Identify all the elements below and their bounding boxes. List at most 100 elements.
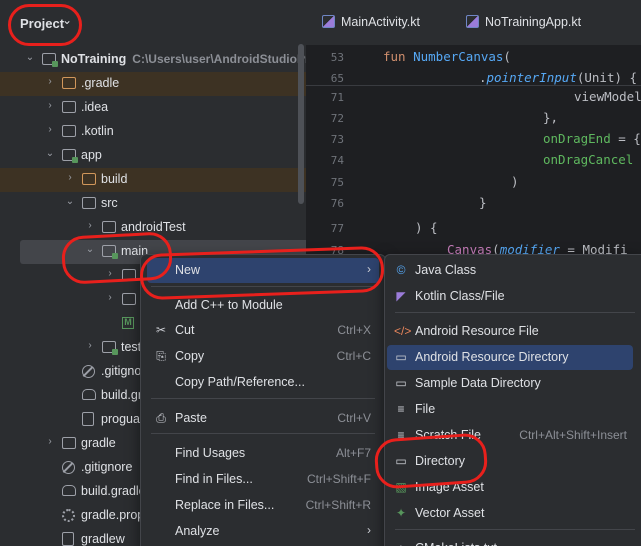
directory-icon: ▭ [395,454,407,468]
submenu-arrow-icon: › [367,262,371,276]
tree-row-text: proguar [101,412,145,426]
new-submenu-item-image-asset[interactable]: ▧ Image Asset [387,475,633,500]
new-submenu-item-android-resource-file[interactable]: </> Android Resource File [387,319,633,344]
tree-row[interactable]: › androidTest [0,216,306,240]
menu-item-label: Vector Asset [415,506,485,520]
new-submenu-item-android-resource-directory[interactable]: ▭ Android Resource Directory [387,345,633,370]
folder-icon [82,197,96,209]
tree-row-label: build.gr [101,388,142,402]
folder-icon [122,293,136,305]
tab-main-activity[interactable]: MainActivity.kt [322,15,420,29]
file-icon [82,412,94,426]
project-panel-header: Project ⌄ [0,0,306,46]
chevron-right-icon[interactable]: › [104,268,116,279]
menu-item-label: Java Class [415,263,477,277]
new-submenu-item-file[interactable]: ≡ File [387,397,633,422]
new-submenu-item-sample-data-directory[interactable]: ▭ Sample Data Directory [387,371,633,396]
tree-row[interactable]: › .kotlin [0,120,306,144]
tree-row-label: gradlew [81,532,125,546]
scrollbar[interactable] [298,44,304,204]
image-asset-icon: ▧ [395,480,407,494]
chevron-right-icon[interactable]: › [84,220,96,231]
line-number: 72 [330,112,344,125]
menu-item-label: Copy [175,349,205,363]
new-submenu-item-vector-asset[interactable]: ✦ Vector Asset [387,501,633,526]
line-number: 71 [330,91,344,104]
sticky-lines: 53 fun NumberCanvas( 65 .pointerInput(Un… [306,46,641,86]
chevron-down-icon[interactable]: ⌄ [64,196,76,207]
new-submenu-item-cmakelists-txt[interactable]: ▲ CMakeLists.txt [387,536,633,546]
menu-item-label: Android Resource File [415,324,539,338]
chevron-right-icon[interactable]: › [44,76,56,87]
cmakelists-txt-icon: ▲ [394,541,408,546]
new-submenu-item-directory[interactable]: ▭ Directory [387,449,633,474]
tree-row[interactable]: ⌄ NoTraining C:\Users\user\AndroidStudioPr… [0,48,306,72]
line-number: 75 [330,176,344,189]
line-number: 74 [330,154,344,167]
android-resource-file-icon: </> [394,324,412,338]
chevron-right-icon[interactable]: › [104,292,116,303]
context-menu-item-find-usages[interactable]: Find Usages Alt+F7 [147,441,379,466]
menu-item-label: CMakeLists.txt [415,541,497,546]
tree-row-label: gradle.prop [81,508,144,522]
tree-row[interactable]: › .idea [0,96,306,120]
context-menu-item-copy[interactable]: ⎘ Copy Ctrl+C [147,344,379,369]
new-submenu-item-scratch-file[interactable]: ≡ Scratch File Ctrl+Alt+Shift+Insert [387,423,633,448]
context-menu-item-cut[interactable]: ✂ Cut Ctrl+X [147,318,379,343]
context-menu-item-replace-in-files[interactable]: Replace in Files... Ctrl+Shift+R [147,493,379,518]
tab-notraining-app[interactable]: NoTrainingApp.kt [466,15,581,29]
context-menu-item-copy-path-reference[interactable]: Copy Path/Reference... [147,370,379,395]
tree-row-text: gradle.prop [81,508,145,522]
folder-icon [62,101,76,113]
context-menu-item-find-in-files[interactable]: Find in Files... Ctrl+Shift+F [147,467,379,492]
tree-row-label: proguar [101,412,144,426]
code-line: ) { [415,220,438,235]
menu-separator [151,286,375,287]
project-view-title[interactable]: Project [20,16,64,31]
file-icon [62,532,74,546]
chevron-down-icon[interactable]: ⌄ [84,244,96,255]
chevron-down-icon[interactable]: ⌄ [62,13,72,27]
folder-icon [122,269,136,281]
tree-row-text: .gitignore [81,460,133,474]
context-menu-item-new[interactable]: New › [147,258,379,283]
chevron-down-icon[interactable]: ⌄ [44,148,56,159]
tree-row[interactable]: ⌄ app [0,144,306,168]
chevron-right-icon[interactable]: › [84,340,96,351]
tree-row-text: gradle [81,436,116,450]
tree-row[interactable]: › build [0,168,306,192]
new-submenu-item-java-class[interactable]: © Java Class [387,258,633,283]
new-submenu-item-kotlin-class-file[interactable]: ◤ Kotlin Class/File [387,284,633,309]
line-number: 65 [330,72,344,85]
chevron-right-icon[interactable]: › [44,100,56,111]
menu-item-label: Android Resource Directory [415,350,569,364]
code-line: }, [543,110,559,125]
tree-row[interactable]: ⌄ src [0,192,306,216]
menu-item-shortcut: Ctrl+V [337,411,371,425]
line-number: 53 [330,51,344,64]
menu-item-label: Directory [415,454,466,468]
tree-row-text: src [101,196,118,210]
context-menu-item-add-c-to-module[interactable]: Add C++ to Module [147,293,379,318]
folder-icon [62,437,76,449]
submenu-arrow-icon: › [367,523,371,537]
code-line: ) [511,174,519,189]
chevron-right-icon[interactable]: › [44,124,56,135]
chevron-down-icon[interactable]: ⌄ [24,52,36,63]
kotlin-class-file-icon: ◤ [396,289,406,303]
context-menu-item-analyze[interactable]: Analyze › [147,519,379,544]
java-class-icon: © [396,263,406,277]
context-menu-item-paste[interactable]: ⎙ Paste Ctrl+V [147,406,379,431]
paste-icon: ⎙ [156,411,166,425]
tree-row-text: androidTest [121,220,186,234]
chevron-right-icon[interactable]: › [64,172,76,183]
tree-row-label: gradle [81,436,116,450]
code-line: viewModel [574,89,641,104]
menu-item-label: Add C++ to Module [175,298,283,312]
menu-item-label: Scratch File [415,428,481,442]
tree-row[interactable]: › .gradle [0,72,306,96]
tree-row-label: test [121,340,141,354]
tree-row-label: app [81,148,102,162]
chevron-right-icon[interactable]: › [44,436,56,447]
tree-row-text: .kotlin [81,124,114,138]
